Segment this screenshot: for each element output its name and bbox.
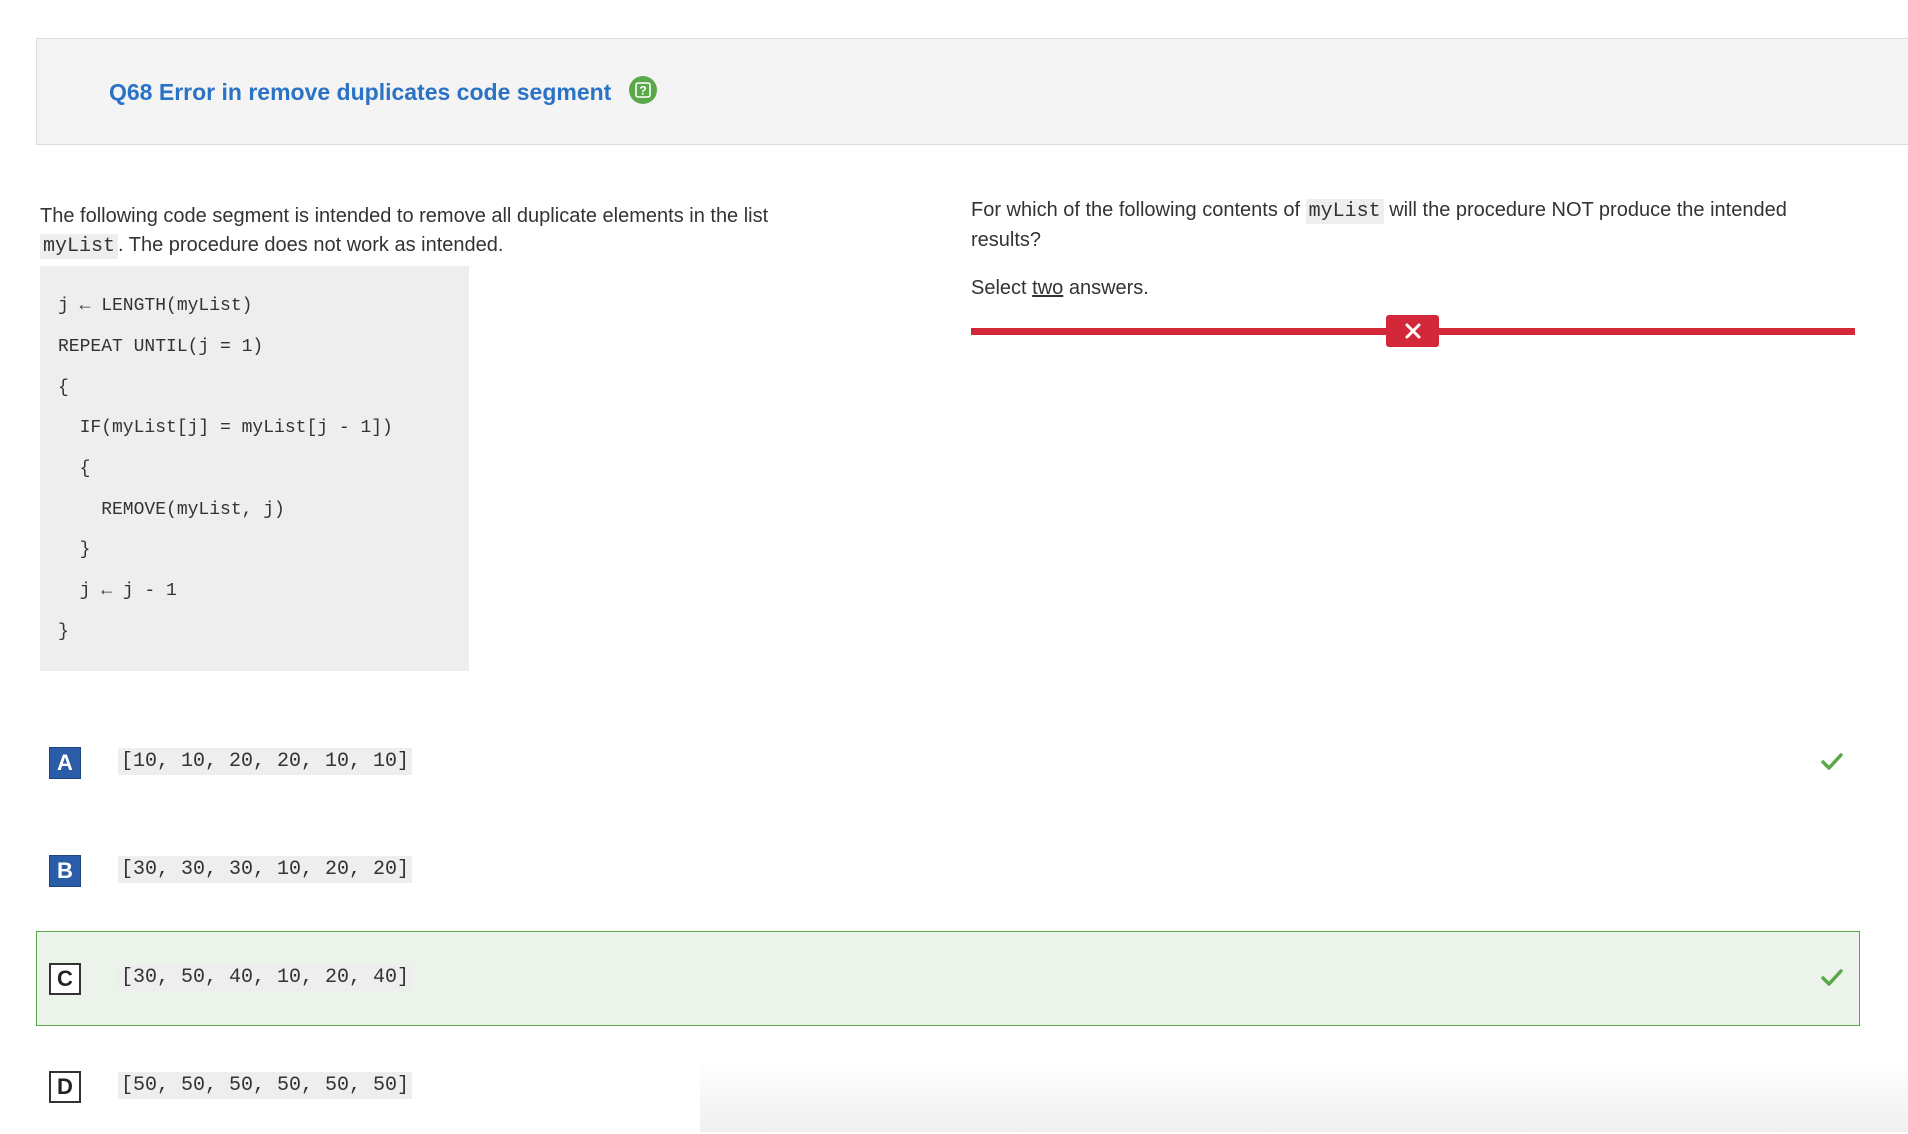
stem-code-var: myList [40, 234, 119, 259]
option-text: [30, 30, 30, 10, 20, 20] [118, 856, 413, 883]
x-icon [1386, 315, 1439, 347]
option-letter[interactable]: B [49, 855, 81, 887]
question-mark-icon[interactable]: ? [629, 76, 657, 104]
select-emphasis: two [1032, 277, 1064, 299]
option-letter[interactable]: D [49, 1071, 81, 1103]
bottom-shadow [700, 1060, 1908, 1132]
code-line: { [58, 459, 91, 479]
code-line: } [58, 540, 91, 560]
stem-text-after: . The procedure does not work as intende… [118, 234, 504, 256]
check-icon [1821, 969, 1843, 986]
question-header: Q68 Error in remove duplicates code segm… [36, 38, 1908, 145]
code-line: } [58, 622, 69, 642]
code-line: j ← j - 1 [58, 581, 177, 601]
select-after: answers. [1063, 277, 1149, 299]
option-letter[interactable]: A [49, 747, 81, 779]
answer-option-b[interactable]: B [30, 30, 30, 10, 20, 20] [36, 823, 1860, 918]
select-before: Select [971, 277, 1033, 299]
prompt-code-var: myList [1305, 199, 1384, 224]
code-line: REMOVE(myList, j) [58, 500, 285, 520]
code-line: REPEAT UNTIL(j = 1) [58, 337, 264, 357]
stem-text-before: The following code segment is intended t… [40, 205, 769, 227]
code-line: j ← LENGTH(myList) [58, 296, 253, 316]
code-line: { [58, 378, 69, 398]
question-title: Q68 Error in remove duplicates code segm… [109, 79, 612, 105]
option-text: [50, 50, 50, 50, 50, 50] [118, 1072, 413, 1099]
code-block: j ← LENGTH(myList) REPEAT UNTIL(j = 1) {… [40, 266, 469, 671]
svg-text:?: ? [639, 84, 646, 98]
answer-option-a[interactable]: A [10, 10, 20, 20, 10, 10] [36, 715, 1860, 810]
select-instruction: Select two answers. [971, 277, 1149, 300]
option-letter[interactable]: C [49, 963, 81, 995]
question-prompt: For which of the following contents of m… [971, 196, 1851, 255]
answer-option-c[interactable]: C [30, 50, 40, 10, 20, 40] [36, 931, 1860, 1026]
option-text: [10, 10, 20, 20, 10, 10] [118, 748, 413, 775]
prompt-text-before: For which of the following contents of [971, 199, 1306, 221]
question-stem: The following code segment is intended t… [40, 202, 820, 261]
option-text: [30, 50, 40, 10, 20, 40] [118, 964, 413, 991]
check-icon [1821, 753, 1843, 770]
code-line: IF(myList[j] = myList[j - 1]) [58, 418, 393, 438]
